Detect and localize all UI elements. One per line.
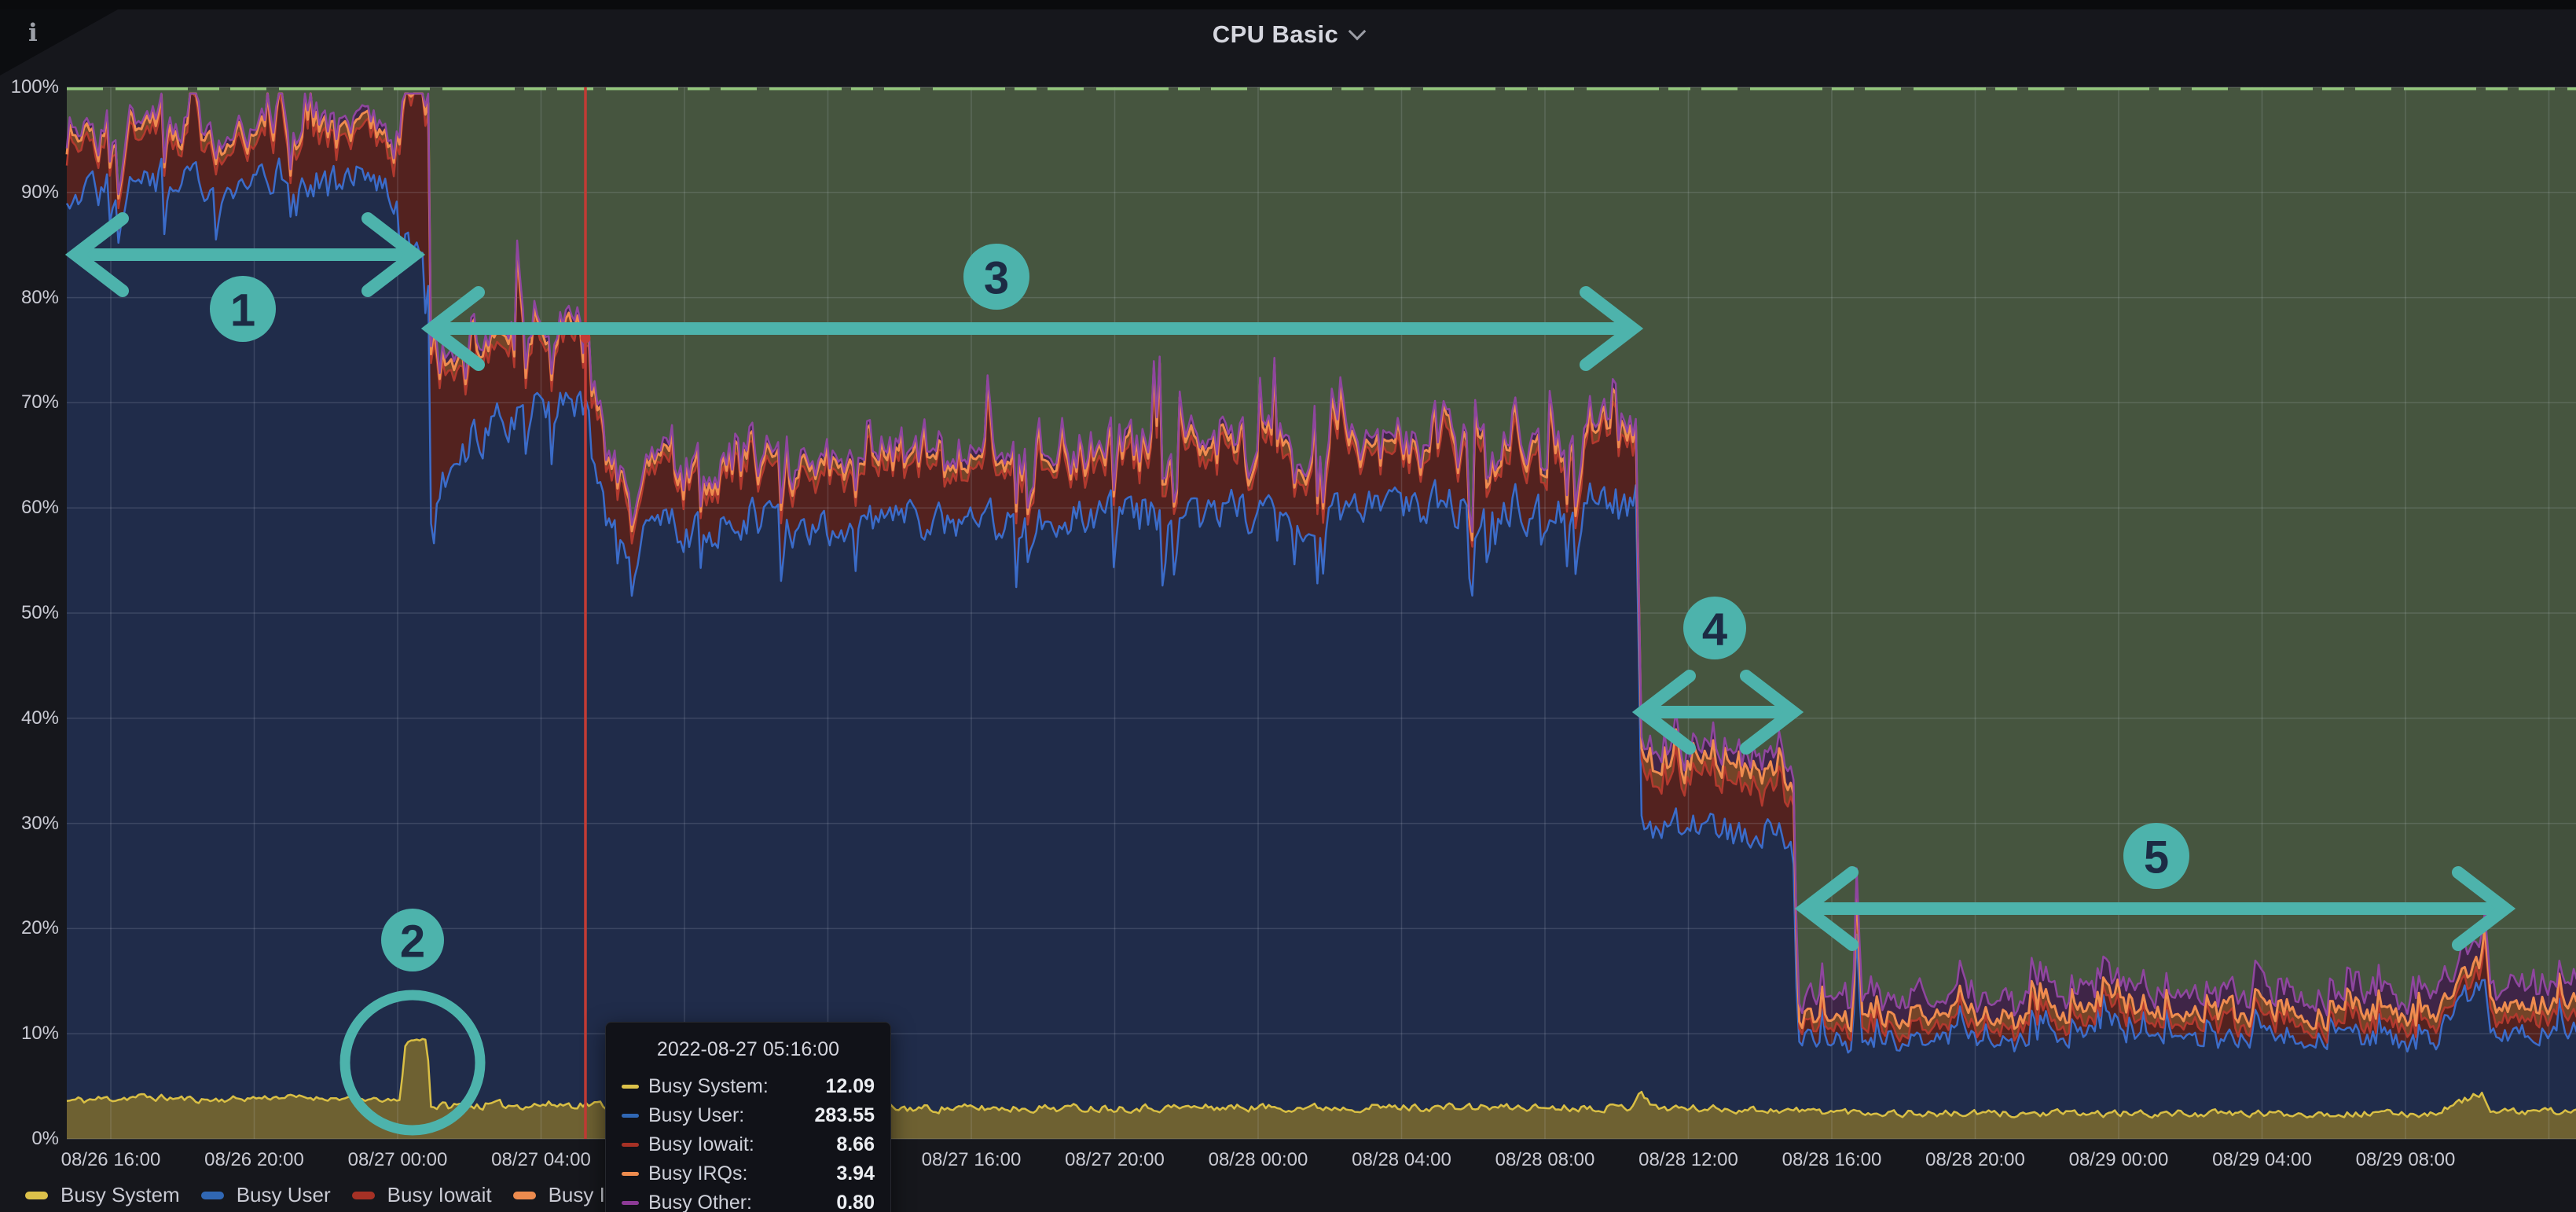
svg-text:3: 3	[984, 253, 1009, 304]
tooltip-series-value: 3.94	[836, 1162, 875, 1185]
tooltip-row: Busy Other: 0.80	[622, 1188, 875, 1212]
tooltip-series-name: Busy Other:	[648, 1192, 752, 1212]
annotation-overlay: 1 3 4 5 2	[0, 0, 2576, 1212]
tooltip-series-swatch	[622, 1201, 639, 1205]
tooltip-series-value: 0.80	[836, 1192, 875, 1212]
grafana-page: i CPU Basic 100%90%80%70%60%50%40%30%20%…	[0, 0, 2576, 1212]
tooltip-series-swatch	[622, 1085, 639, 1089]
tooltip-row: Busy User: 283.55	[622, 1101, 875, 1130]
svg-text:1: 1	[230, 285, 255, 336]
tooltip-series-swatch	[622, 1114, 639, 1118]
chart-tooltip: 2022-08-27 05:16:00 Busy System:12.09Bus…	[605, 1022, 891, 1212]
tooltip-row: Busy Iowait: 8.66	[622, 1130, 875, 1159]
tooltip-series-value: 12.09	[825, 1075, 875, 1098]
tooltip-series-name: Busy System:	[648, 1075, 769, 1098]
tooltip-series-swatch	[622, 1143, 639, 1147]
svg-text:5: 5	[2144, 832, 2169, 883]
svg-text:4: 4	[1702, 604, 1727, 656]
svg-text:2: 2	[400, 916, 425, 968]
annotation-badge-2: 2	[381, 909, 444, 971]
tooltip-series-value: 8.66	[836, 1133, 875, 1156]
annotation-ring-2	[345, 995, 480, 1130]
annotation-badge-3: 3	[963, 244, 1029, 310]
tooltip-row: Busy System: 12.09	[622, 1072, 875, 1101]
tooltip-series-name: Busy Iowait:	[648, 1133, 754, 1156]
tooltip-series-name: Busy IRQs:	[648, 1162, 747, 1185]
tooltip-timestamp: 2022-08-27 05:16:00	[622, 1038, 875, 1061]
annotation-badge-4: 4	[1683, 597, 1746, 659]
annotation-badge-5: 5	[2123, 823, 2189, 889]
tooltip-series-name: Busy User:	[648, 1104, 744, 1127]
tooltip-series-swatch	[622, 1172, 639, 1176]
annotation-badge-1: 1	[210, 276, 276, 342]
tooltip-series-value: 283.55	[815, 1104, 875, 1127]
annotation-arrow-3	[431, 292, 1633, 365]
annotation-arrow-4	[1642, 676, 1793, 748]
tooltip-row: Busy IRQs: 3.94	[622, 1159, 875, 1188]
